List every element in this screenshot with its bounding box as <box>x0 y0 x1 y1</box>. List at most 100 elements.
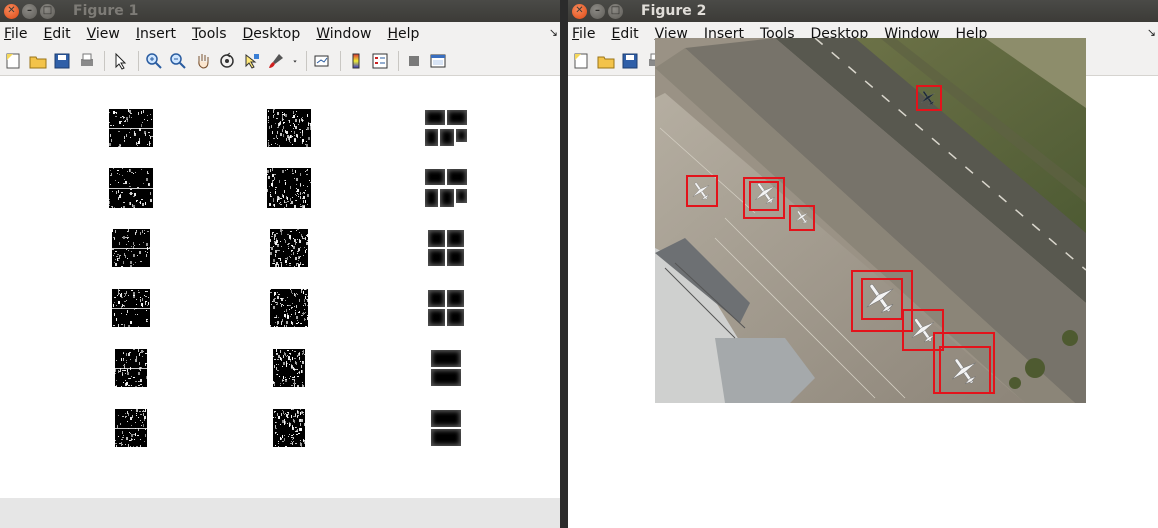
hog-speck <box>271 304 272 305</box>
figure1-axes-canvas[interactable] <box>0 76 560 498</box>
close-icon[interactable]: ✕ <box>572 3 587 19</box>
hog-speck <box>294 306 295 307</box>
open-file-icon[interactable] <box>27 50 49 72</box>
hog-speck <box>290 142 291 143</box>
hog-speck <box>122 437 124 438</box>
open-file-icon[interactable] <box>595 50 617 72</box>
hog-speck <box>297 320 298 321</box>
colorbar-icon[interactable] <box>345 50 367 72</box>
new-figure-icon[interactable] <box>570 50 592 72</box>
figure1-titlebar[interactable]: ✕ – □ Figure 1 <box>0 0 560 22</box>
menu-edit[interactable]: Edit <box>611 26 638 42</box>
maximize-icon[interactable]: □ <box>608 3 623 19</box>
hog-speck <box>300 361 301 362</box>
hog-speck <box>270 252 272 255</box>
hog-speck <box>303 255 304 256</box>
brush-icon[interactable] <box>265 50 287 72</box>
hog-speck <box>110 170 111 171</box>
print-icon[interactable] <box>76 50 98 72</box>
hog-speck <box>280 202 281 203</box>
zoom-in-icon[interactable] <box>143 50 165 72</box>
hog-speck <box>279 376 280 377</box>
hog-speck <box>285 300 286 301</box>
menu-desktop[interactable]: Desktop <box>243 26 301 42</box>
hog-speck <box>307 234 308 237</box>
hog-speck <box>291 307 293 308</box>
hog-speck <box>274 174 276 175</box>
menu-help[interactable]: Help <box>387 26 419 42</box>
hog-speck <box>277 127 278 128</box>
hog-speck <box>134 133 136 136</box>
dock-arrow-icon[interactable]: ↘ <box>1147 26 1156 39</box>
data-cursor-icon[interactable] <box>241 50 263 72</box>
menu-view[interactable]: View <box>87 26 120 42</box>
rotate-3d-icon[interactable] <box>216 50 238 72</box>
hog-speck <box>140 297 141 298</box>
minimize-icon[interactable]: – <box>22 3 37 19</box>
menu-insert[interactable]: Insert <box>136 26 176 42</box>
hog-speck <box>138 290 139 291</box>
hog-speck <box>123 116 124 119</box>
close-icon[interactable]: ✕ <box>4 3 19 19</box>
hog-speck <box>295 257 297 260</box>
hog-speck <box>129 110 131 113</box>
hog-speck <box>146 254 147 257</box>
hog-speck <box>294 139 296 142</box>
hog-speck <box>279 180 280 183</box>
hog-speck <box>291 245 293 246</box>
pan-hand-icon[interactable] <box>192 50 214 72</box>
hog-speck <box>278 441 279 442</box>
hog-speck <box>272 232 273 235</box>
hog-speck <box>292 350 293 351</box>
hog-speck <box>138 385 140 386</box>
hog-speck <box>122 444 123 445</box>
edit-plot-arrow-icon[interactable] <box>109 50 131 72</box>
hog-speck <box>114 313 115 316</box>
save-icon[interactable] <box>51 50 73 72</box>
figure2-titlebar[interactable]: ✕ – □ Figure 2 <box>568 0 1158 22</box>
hog-speck <box>122 416 124 417</box>
new-figure-icon[interactable] <box>2 50 24 72</box>
dock-arrow-icon[interactable]: ↘ <box>549 26 558 39</box>
menu-tools[interactable]: Tools <box>192 26 227 42</box>
zoom-out-icon[interactable] <box>167 50 189 72</box>
hog-speck <box>288 412 289 415</box>
minimize-icon[interactable]: – <box>590 3 605 19</box>
hog-speck <box>127 411 128 414</box>
hog-speck <box>281 321 282 322</box>
hog-speck <box>307 240 308 241</box>
hog-speck <box>296 263 297 266</box>
hog-speck <box>140 439 141 440</box>
hog-speck <box>300 440 301 441</box>
hog-speck <box>115 373 116 374</box>
menu-file[interactable]: File <box>572 26 595 42</box>
feature-thumbnail <box>115 349 147 387</box>
blur-block <box>430 368 462 387</box>
hog-speck <box>123 358 124 359</box>
hog-speck <box>138 372 140 375</box>
hog-speck <box>274 298 276 299</box>
hog-speck <box>307 194 309 197</box>
aerial-airport-image[interactable] <box>655 38 1086 403</box>
hog-speck <box>139 411 141 412</box>
maximize-icon[interactable]: □ <box>40 3 55 19</box>
hog-speck <box>137 255 138 256</box>
menu-file[interactable]: File <box>4 26 27 42</box>
hog-speck <box>303 305 304 306</box>
blur-block <box>424 109 446 127</box>
hide-plot-tools-icon[interactable] <box>403 50 425 72</box>
brush-dropdown-icon[interactable] <box>290 50 300 72</box>
menu-edit[interactable]: Edit <box>43 26 70 42</box>
hog-speck <box>131 172 133 173</box>
hog-speck <box>299 240 301 243</box>
hog-speck <box>292 437 294 438</box>
show-plot-tools-icon[interactable] <box>427 50 449 72</box>
hog-speck <box>125 380 126 381</box>
legend-icon[interactable] <box>369 50 391 72</box>
hog-speck <box>139 353 140 356</box>
hog-speck <box>142 122 143 123</box>
blur-block <box>446 248 465 267</box>
menu-window[interactable]: Window <box>316 26 371 42</box>
save-icon[interactable] <box>619 50 641 72</box>
link-plot-icon[interactable] <box>311 50 333 72</box>
